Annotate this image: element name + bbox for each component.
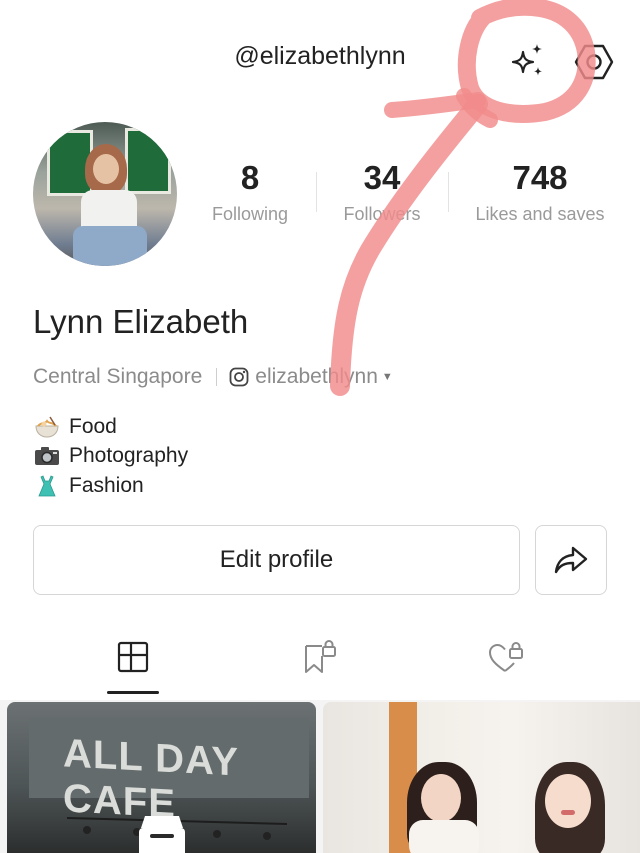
stat-likes-and-saves[interactable]: 748 Likes and saves (466, 158, 614, 225)
edit-profile-button[interactable]: Edit profile (33, 525, 520, 595)
noodle-bowl-emoji-icon (35, 416, 59, 438)
divider (216, 368, 218, 386)
stat-label: Following (211, 204, 289, 224)
interest-item: Food (33, 412, 188, 442)
stat-value: 8 (240, 159, 260, 196)
interest-label: Fashion (69, 473, 144, 497)
note-thumbnail[interactable] (323, 702, 640, 853)
dress-emoji-icon (38, 475, 56, 497)
stat-label: Followers (343, 204, 421, 224)
avatar-photo-detail (73, 226, 147, 266)
heart-lock-icon (489, 642, 523, 672)
bookmark-lock-icon (305, 640, 336, 673)
chevron-down-icon: ▼ (381, 371, 393, 383)
tab-collects[interactable] (290, 640, 350, 680)
interest-label: Food (69, 414, 117, 438)
thumbnail-photo-detail (561, 810, 575, 815)
stat-value: 748 (512, 159, 568, 196)
instagram-handle: elizabethlynn (255, 365, 378, 388)
grid-icon (117, 641, 149, 673)
stat-value: 34 (363, 159, 401, 196)
stat-divider (448, 172, 449, 212)
share-button[interactable] (535, 525, 607, 595)
thumbnail-photo-detail (421, 774, 461, 822)
avatar-photo-detail (125, 128, 171, 194)
thumbnail-photo-detail (545, 774, 591, 828)
interest-list: Food Photography Fashion (33, 412, 188, 501)
camera-emoji-icon (35, 447, 59, 466)
tab-notes[interactable] (103, 640, 163, 680)
sparkles-icon (511, 44, 542, 76)
hexagon-settings-icon (574, 44, 614, 80)
settings-button[interactable] (572, 40, 616, 84)
instagram-icon (229, 367, 249, 387)
thumbnail-photo-detail (409, 820, 479, 853)
stat-followers[interactable]: 34 Followers (330, 158, 434, 225)
profile-avatar[interactable] (33, 122, 177, 266)
location-row: Central Singapore elizabethlynn ▼ (33, 365, 393, 389)
share-arrow-icon (554, 546, 588, 574)
note-thumbnail[interactable]: ALL DAY CAFE (7, 702, 316, 853)
stat-label: Likes and saves (475, 204, 605, 224)
profile-name: Lynn Elizabeth (33, 303, 249, 340)
stat-following[interactable]: 8 Following (200, 158, 300, 225)
ai-sparkle-button[interactable] (507, 40, 551, 84)
stat-divider (316, 172, 317, 212)
avatar-photo-detail (93, 154, 119, 184)
top-bar: @elizabethlynn (0, 28, 640, 92)
inbox-tray-icon (139, 816, 185, 853)
instagram-link[interactable]: elizabethlynn ▼ (229, 365, 393, 389)
interest-label: Photography (69, 444, 189, 468)
interest-item: Fashion (33, 471, 188, 501)
active-tab-indicator (107, 691, 159, 694)
location-text: Central Singapore (33, 365, 203, 388)
tab-likes[interactable] (477, 640, 537, 680)
interest-item: Photography (33, 442, 188, 472)
